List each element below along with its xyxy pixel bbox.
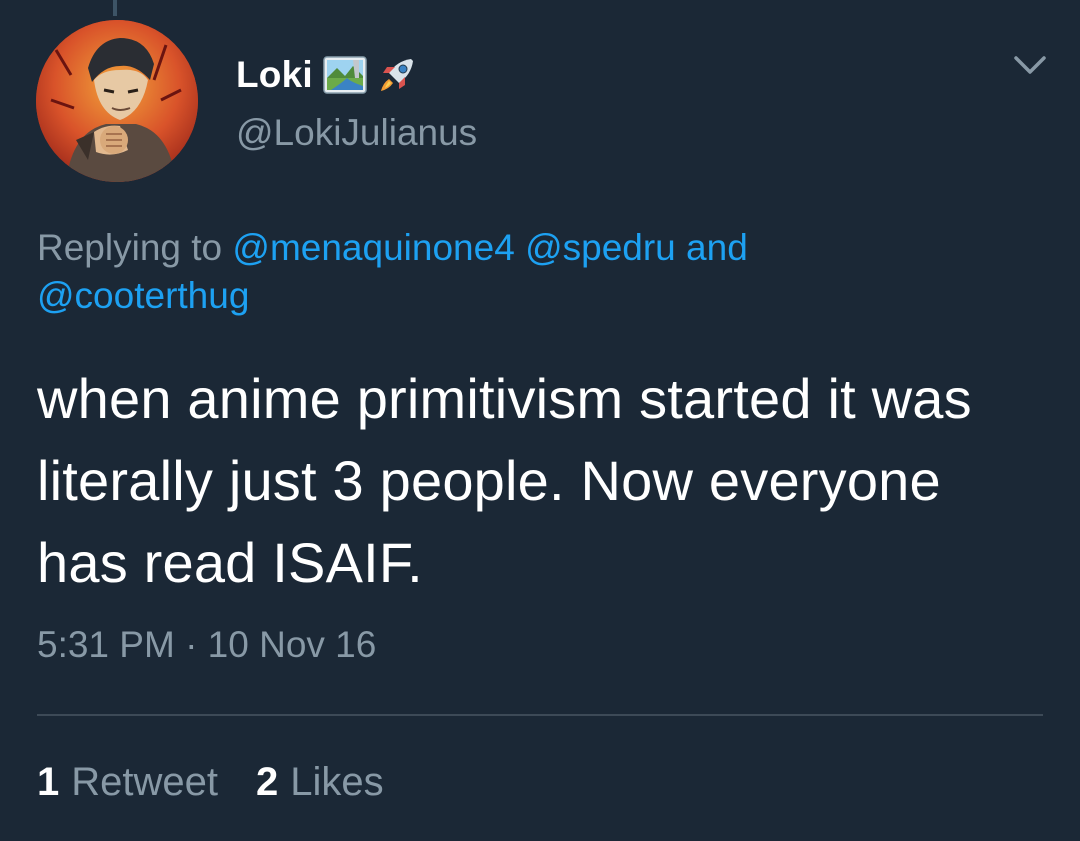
likes-count: 2 [256, 760, 279, 804]
mention-link-menaquinone4[interactable]: @menaquinone4 [232, 227, 514, 268]
national-park-icon [323, 56, 367, 94]
avatar[interactable] [36, 20, 198, 182]
rocket-icon [377, 55, 417, 95]
tweet-timestamp[interactable]: 5:31 PM · 10 Nov 16 [37, 624, 376, 666]
mention-link-cooterthug[interactable]: @cooterthug [37, 275, 249, 316]
likes-stat[interactable]: 2 Likes [256, 760, 384, 805]
author-display-name[interactable]: Loki [236, 54, 313, 96]
replying-to-conjunction[interactable]: and [686, 227, 748, 268]
retweets-stat[interactable]: 1 Retweet [37, 760, 218, 805]
likes-label: Likes [290, 760, 384, 804]
replying-to-label: Replying to [37, 227, 223, 268]
author-name-row: Loki [236, 50, 417, 100]
divider [37, 714, 1043, 716]
chevron-down-icon[interactable] [1012, 50, 1048, 80]
retweets-count: 1 [37, 760, 60, 804]
mention-link-spedru[interactable]: @spedru [525, 227, 676, 268]
tweet-stats: 1 Retweet 2 Likes [37, 760, 384, 805]
tweet-text: when anime primitivism started it was li… [37, 367, 972, 594]
thread-connector-line [113, 0, 117, 16]
author-handle[interactable]: @LokiJulianus [236, 112, 477, 154]
retweets-label: Retweet [71, 760, 218, 804]
avatar-image [36, 20, 198, 182]
replying-to-line: Replying to @menaquinone4 @spedru and @c… [37, 224, 1037, 320]
